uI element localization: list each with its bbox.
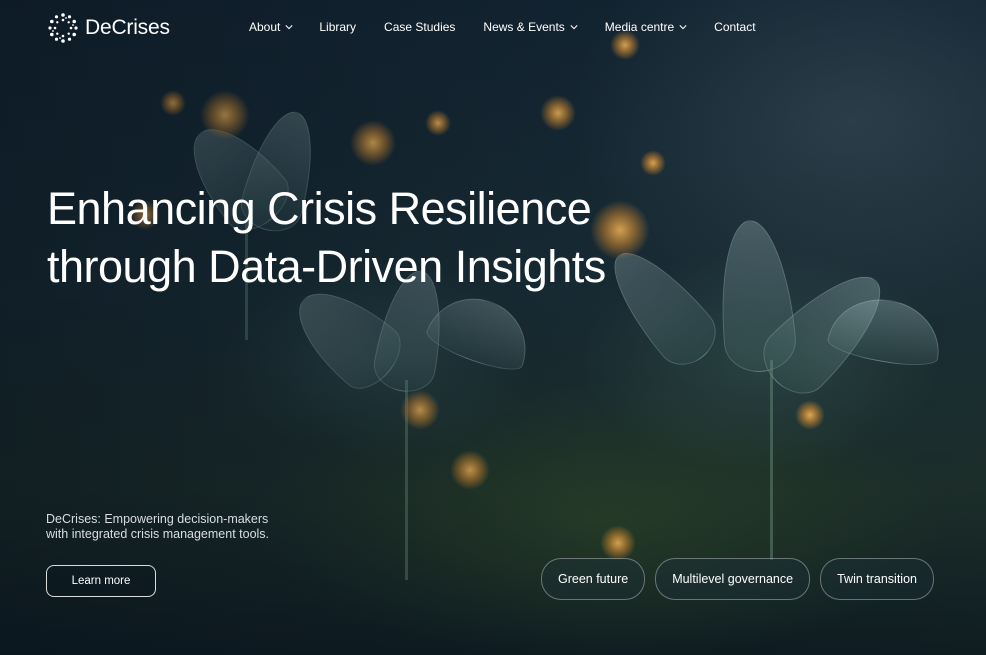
nav-label: Case Studies bbox=[384, 20, 456, 34]
nav-item-about[interactable]: About bbox=[249, 20, 293, 34]
nav-item-library[interactable]: Library bbox=[319, 20, 356, 34]
nav-item-media-centre[interactable]: Media centre bbox=[605, 20, 687, 34]
top-navigation: DeCrises About Library Case Studies News… bbox=[0, 0, 986, 56]
hero-background-image bbox=[0, 0, 986, 655]
hero-tagline: DeCrises: Empowering decision-makers wit… bbox=[46, 512, 270, 541]
learn-more-button[interactable]: Learn more bbox=[46, 565, 156, 597]
tag-green-future[interactable]: Green future bbox=[541, 558, 646, 600]
nav-label: News & Events bbox=[483, 20, 565, 34]
tag-multilevel-governance[interactable]: Multilevel governance bbox=[655, 558, 811, 600]
hero-title-line-1: Enhancing Crisis Resilience bbox=[47, 183, 592, 234]
nav-item-case-studies[interactable]: Case Studies bbox=[384, 20, 455, 34]
nav-label: Contact bbox=[714, 20, 756, 34]
hero-title-line-2: through Data-Driven Insights bbox=[47, 241, 606, 292]
nav-label: Media centre bbox=[604, 20, 675, 34]
brand-logo[interactable]: DeCrises bbox=[47, 12, 170, 44]
nav-item-contact[interactable]: Contact bbox=[714, 20, 755, 34]
topic-tags: Green future Multilevel governance Twin … bbox=[541, 558, 934, 600]
tag-twin-transition[interactable]: Twin transition bbox=[820, 558, 934, 600]
chevron-down-icon bbox=[285, 25, 293, 30]
dotted-ring-logo-icon bbox=[48, 13, 78, 43]
main-menu: About Library Case Studies News & Events… bbox=[249, 20, 756, 34]
chevron-down-icon bbox=[570, 25, 578, 30]
chevron-down-icon bbox=[679, 25, 687, 30]
nav-item-news-events[interactable]: News & Events bbox=[483, 20, 578, 34]
hero-title: Enhancing Crisis Resilience through Data… bbox=[47, 180, 687, 296]
nav-label: About bbox=[249, 20, 281, 34]
brand-name: DeCrises bbox=[85, 16, 170, 39]
nav-label: Library bbox=[319, 20, 357, 34]
